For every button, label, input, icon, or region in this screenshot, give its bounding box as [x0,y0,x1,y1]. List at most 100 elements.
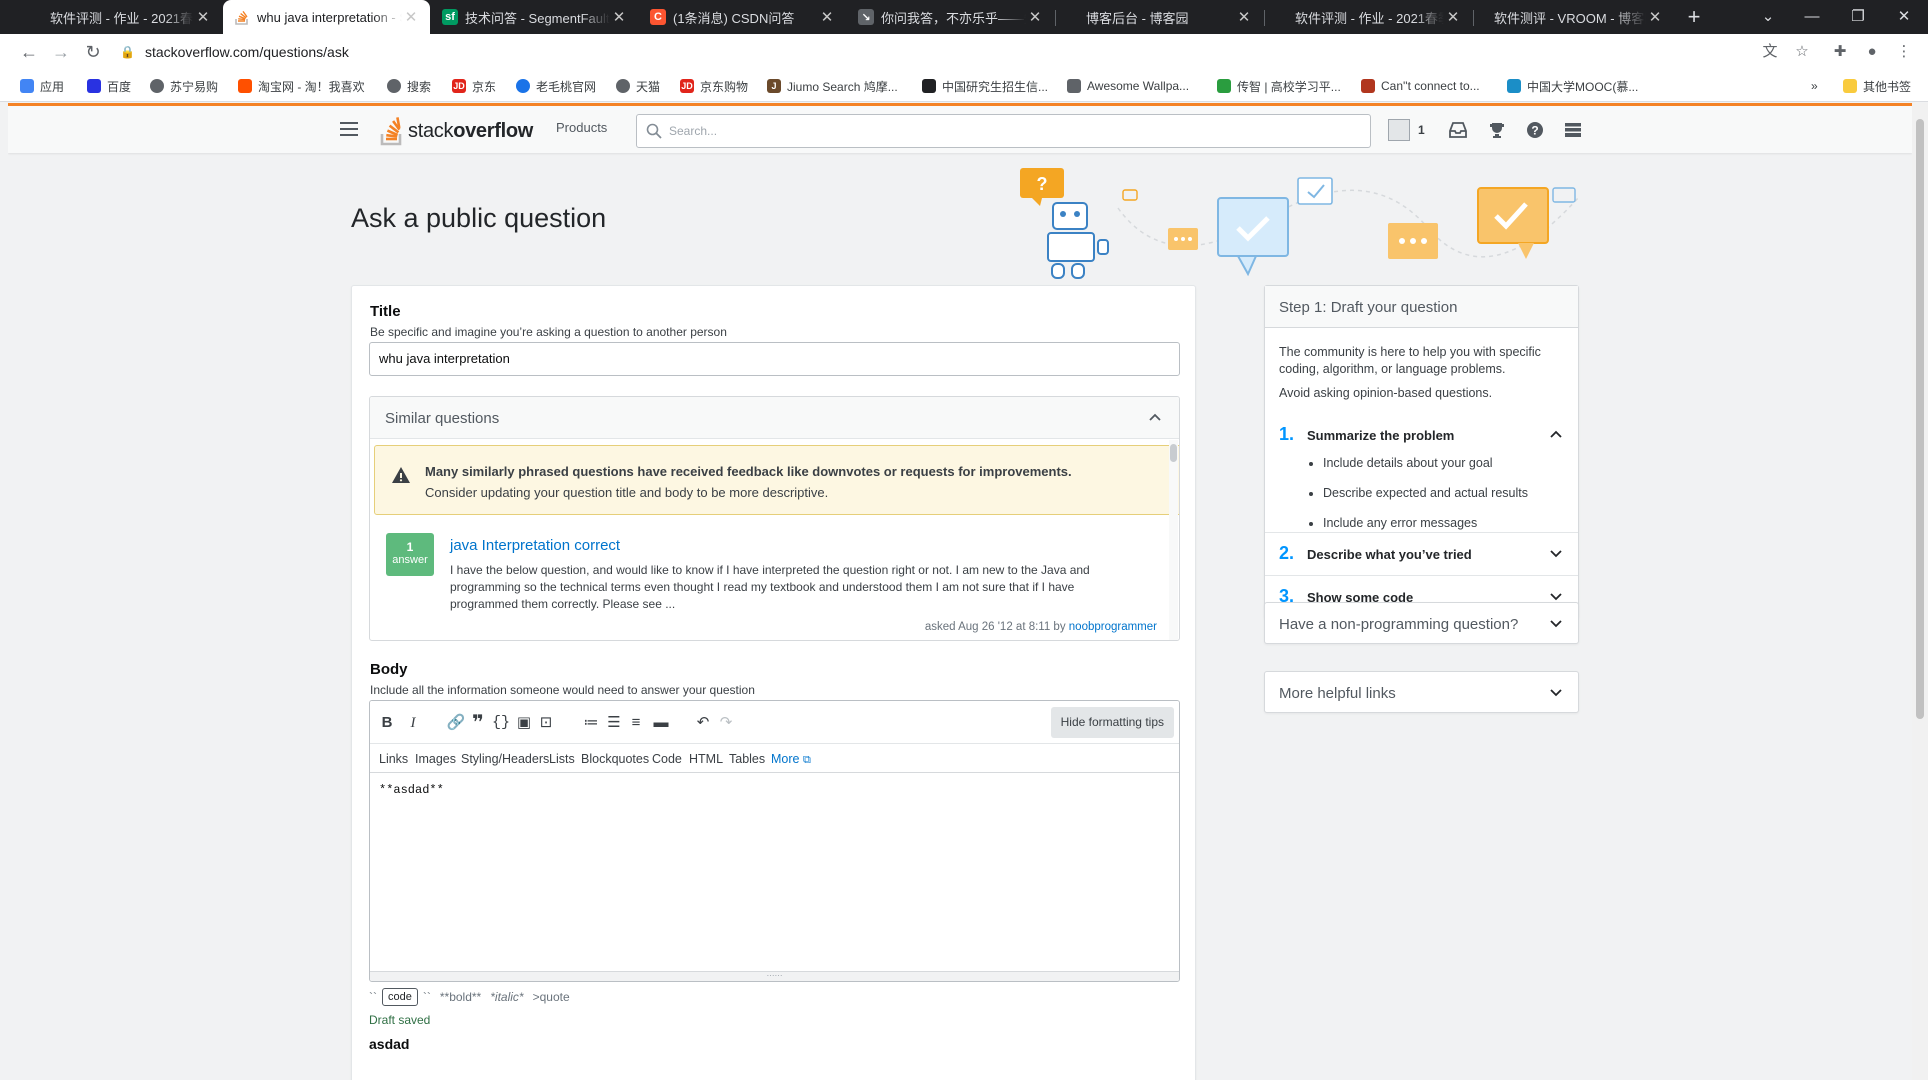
chevron-down-icon[interactable] [1548,615,1564,631]
help-tab-code[interactable]: Code [652,752,682,766]
non-programming-question-box[interactable]: Have a non-programming question? [1264,602,1579,644]
help-tab-html[interactable]: HTML [689,752,723,766]
chevron-down-icon[interactable] [1548,684,1564,700]
bulleted-list-icon[interactable]: ☰ [603,712,625,734]
achievements-trophy-icon[interactable] [1488,118,1506,142]
step-summarize-problem[interactable]: 1. Summarize the problem Include details… [1265,414,1578,532]
back-arrow-icon[interactable]: ← [17,40,41,64]
body-textarea[interactable]: **asdad** [370,773,1179,971]
profile-avatar-icon[interactable]: ● [1862,42,1882,62]
help-tab-lists[interactable]: Lists [549,752,575,766]
chevron-down-icon[interactable] [1548,545,1564,561]
bookmark-item[interactable]: 苏宁易购 [150,77,218,95]
bookmark-star-icon[interactable]: ☆ [1792,42,1812,62]
bookmark-item[interactable]: 天猫 [616,77,660,95]
address-bar[interactable]: 🔒 stackoverflow.com/questions/ask [120,37,1800,67]
bookmark-item[interactable]: 中国研究生招生信... [922,77,1048,95]
bookmark-item[interactable]: 淘宝网 - 淘！我喜欢 [238,77,365,95]
redo-icon[interactable]: ↷ [715,712,737,734]
bookmark-item[interactable]: JD 京东 [452,77,496,95]
link-icon[interactable]: 🔗 [445,712,467,734]
page-scrollbar-thumb[interactable] [1916,119,1924,719]
horizontal-rule-icon[interactable]: ▬ [650,712,672,734]
bookmark-item[interactable]: JD 京东购物 [680,77,748,95]
image-icon[interactable]: ▣ [513,712,535,734]
browser-tab[interactable]: sf 技术问答 - SegmentFault ✕ [431,0,638,34]
help-more-link[interactable]: More ⧉ [771,752,811,767]
numbered-list-icon[interactable]: ≔ [580,712,602,734]
help-tab-images[interactable]: Images [415,752,456,766]
tab-close-icon[interactable]: ✕ [1026,8,1044,26]
bookmark-item[interactable]: 中国大学MOOC(慕... [1507,77,1638,95]
minimize-icon[interactable]: — [1790,0,1834,34]
undo-icon[interactable]: ↶ [692,712,714,734]
site-search-input[interactable]: Search... [636,114,1371,148]
tab-close-icon[interactable]: ✕ [1235,8,1253,26]
bookmark-item[interactable]: J Jiumo Search 鸠摩... [767,77,898,95]
help-tab-links[interactable]: Links [379,752,408,766]
close-window-icon[interactable]: ✕ [1882,0,1926,34]
tab-close-icon[interactable]: ✕ [1646,8,1664,26]
similar-question-link[interactable]: java Interpretation correct [450,537,620,554]
tab-search-icon[interactable]: ⌄ [1746,0,1790,34]
browser-tab[interactable]: 软件评测 - 作业 - 2021春季 ✕ [0,0,222,34]
extensions-puzzle-icon[interactable]: ✚ [1830,42,1850,62]
bookmark-item[interactable]: 老毛桃官网 [516,77,596,95]
translate-icon[interactable]: ⽂ [1760,42,1780,62]
browser-tab[interactable]: C (1条消息) CSDN问答 ✕ [639,0,846,34]
bookmark-item[interactable]: Awesome Wallpa... [1067,77,1189,95]
step-describe-tried[interactable]: 2. Describe what you’ve tried [1265,532,1578,575]
hide-formatting-tips-button[interactable]: Hide formatting tips [1050,707,1174,738]
csdn-favicon: C [650,9,666,25]
hamburger-menu-icon[interactable] [340,122,358,136]
blockquote-icon[interactable]: ❞ [467,712,489,734]
tab-close-icon[interactable]: ✕ [818,8,836,26]
snippet-icon[interactable]: ⊡ [535,712,557,734]
stackoverflow-logo-icon [380,117,402,146]
similar-questions-header[interactable]: Similar questions [370,397,1179,439]
resize-grip-handle[interactable]: ⋯⋯ [370,971,1179,981]
similar-questions-scrollbar[interactable] [1169,440,1178,640]
browser-tab[interactable]: 软件测评 - VROOM - 博客园 ✕ [1474,0,1674,34]
markdown-hints: `` code `` **bold** *italic* >quote [369,988,570,1006]
tab-close-icon[interactable]: ✕ [1444,8,1462,26]
bookmarks-overflow-chevron-icon[interactable]: » [1811,77,1818,95]
help-tab-tables[interactable]: Tables [729,752,765,766]
site-switcher-icon[interactable] [1564,118,1582,142]
chevron-up-icon[interactable] [1548,426,1564,442]
other-bookmarks[interactable]: 其他书签 [1843,77,1911,95]
tab-close-icon[interactable]: ✕ [194,8,212,26]
help-tab-styling[interactable]: Styling/Headers [461,752,549,766]
bold-icon[interactable]: B [376,712,398,734]
bookmark-item[interactable]: Can''t connect to... [1361,77,1480,95]
code-braces-icon[interactable]: {} [490,712,512,734]
restore-icon[interactable]: ❐ [1836,0,1880,34]
stackoverflow-logo[interactable]: stackoverflow [380,114,533,148]
page-scrollbar[interactable] [1912,103,1928,1080]
italic-icon[interactable]: I [402,712,424,734]
more-helpful-links-box[interactable]: More helpful links [1264,671,1579,713]
chevron-up-icon[interactable] [1147,409,1163,425]
products-link[interactable]: Products [556,120,607,135]
new-tab-plus-icon[interactable]: + [1680,3,1708,31]
bookmark-item[interactable]: 百度 [87,77,131,95]
asker-user-link[interactable]: noobprogrammer [1069,621,1157,633]
reload-icon[interactable]: ↻ [81,40,105,64]
inbox-icon[interactable] [1448,118,1468,142]
bookmark-apps[interactable]: 应用 [20,77,64,95]
forward-arrow-icon[interactable]: → [49,40,73,64]
title-input[interactable]: whu java interpretation [369,342,1180,376]
browser-menu-icon[interactable]: ⋮ [1894,42,1914,62]
bookmark-item[interactable]: 传智 | 高校学习平... [1217,77,1341,95]
browser-tab[interactable]: ↘ 你问我答，不亦乐乎——知乎 ✕ [847,0,1054,34]
heading-icon[interactable]: ≡ [625,712,647,734]
help-tab-blockquotes[interactable]: Blockquotes [581,752,649,766]
browser-tab-active[interactable]: whu java interpretation - Stack Overflow… [223,0,430,34]
tab-close-icon[interactable]: ✕ [610,8,628,26]
help-question-icon[interactable]: ? [1526,118,1544,142]
tab-close-icon[interactable]: ✕ [402,8,420,26]
browser-tab[interactable]: 软件评测 - 作业 - 2021春季 ✕ [1265,0,1472,34]
user-avatar[interactable]: 1 [1388,118,1425,142]
bookmark-item[interactable]: 搜索 [387,77,431,95]
browser-tab[interactable]: 博客后台 - 博客园 ✕ [1056,0,1263,34]
